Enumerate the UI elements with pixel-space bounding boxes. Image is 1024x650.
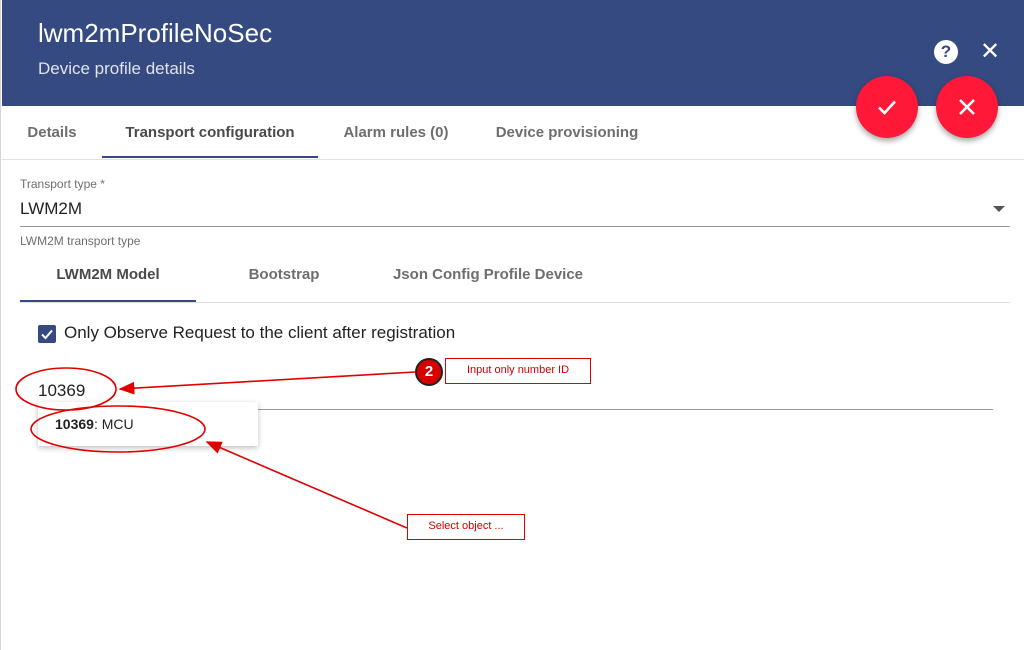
tab-json-config-profile-device[interactable]: Json Config Profile Device: [372, 252, 604, 298]
option-name: : MCU: [93, 416, 134, 432]
checkmark-icon: [41, 329, 53, 340]
tab-details[interactable]: Details: [2, 106, 102, 159]
active-subtab-indicator: [20, 300, 196, 302]
lwm2m-subtabs: LWM2M Model Bootstrap Json Config Profil…: [20, 252, 1010, 303]
transport-type-select[interactable]: LWM2M: [20, 199, 82, 219]
step-badge: 2: [415, 358, 443, 386]
option-id: 10369: [55, 416, 94, 432]
transport-type-label: Transport type *: [20, 177, 105, 191]
arrow-to-option: [205, 441, 408, 529]
autocomplete-panel: 10369: MCU: [38, 402, 258, 446]
device-profile-dialog: lwm2mProfileNoSec Device profile details…: [0, 0, 1024, 650]
tab-device-provisioning[interactable]: Device provisioning: [474, 106, 660, 159]
tab-bootstrap[interactable]: Bootstrap: [196, 252, 372, 298]
tab-transport-configuration[interactable]: Transport configuration: [102, 106, 318, 159]
dialog-subtitle: Device profile details: [38, 59, 195, 78]
transport-type-hint: LWM2M transport type: [20, 234, 141, 248]
main-tabs: Details Transport configuration Alarm ru…: [2, 106, 1024, 160]
tab-alarm-rules[interactable]: Alarm rules (0): [318, 106, 474, 159]
observe-checkbox-label: Only Observe Request to the client after…: [64, 323, 456, 342]
callout-select-hint: Select object ...: [407, 514, 525, 540]
close-icon[interactable]: ✕: [977, 38, 1003, 66]
active-tab-indicator: [102, 156, 318, 158]
transport-type-underline: [20, 226, 1010, 227]
tab-lwm2m-model[interactable]: LWM2M Model: [20, 252, 196, 298]
observe-checkbox[interactable]: [38, 325, 56, 343]
dialog-title: lwm2mProfileNoSec: [38, 18, 273, 48]
callout-input-hint: Input only number ID: [445, 358, 591, 384]
dropdown-arrow-icon[interactable]: [993, 206, 1005, 212]
object-id-input[interactable]: [38, 381, 238, 401]
help-icon[interactable]: ?: [934, 40, 958, 64]
autocomplete-option-mcu[interactable]: 10369: MCU: [55, 416, 134, 432]
